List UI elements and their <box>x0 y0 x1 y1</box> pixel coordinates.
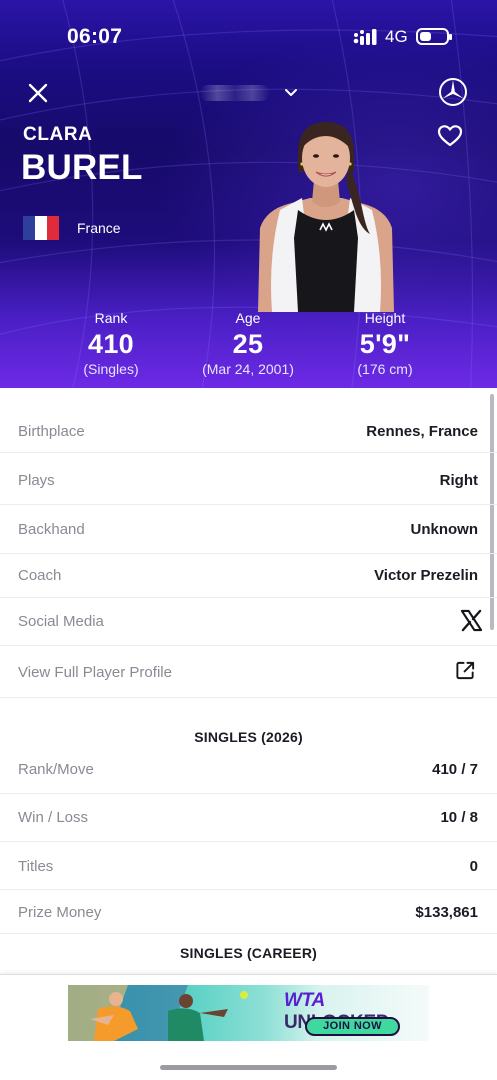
stat-rank-value: 410 <box>88 329 134 359</box>
bio-row-plays: Plays Right <box>0 453 497 505</box>
stat-height-sub: (176 cm) <box>357 361 413 377</box>
stat-value: 410 / 7 <box>432 761 478 778</box>
bio-key: Social Media <box>18 613 104 630</box>
bio-value: Rennes, France <box>366 423 478 440</box>
stat-age-sub: (Mar 24, 2001) <box>202 361 294 377</box>
singles-row-rank-move: Rank/Move 410 / 7 <box>0 746 497 794</box>
singles-row-titles: Titles 0 <box>0 842 497 890</box>
stat-height-value: 5'9" <box>359 329 411 359</box>
bio-key: Coach <box>18 567 62 584</box>
battery-icon <box>416 28 452 45</box>
stat-value: 0 <box>469 858 478 875</box>
home-indicator[interactable] <box>160 1065 337 1070</box>
ad-title-part-wta: WTA <box>284 990 325 1011</box>
stat-age-label: Age <box>235 310 261 326</box>
stat-key: Rank/Move <box>18 761 94 778</box>
section-singles-2026-title: SINGLES (2026) <box>194 729 303 745</box>
france-flag-icon <box>23 216 59 240</box>
heart-icon[interactable] <box>437 124 463 148</box>
stat-key: Win / Loss <box>18 809 89 826</box>
network-type: 4G <box>385 27 408 46</box>
bio-key: Backhand <box>18 521 85 538</box>
player-photo <box>258 122 394 312</box>
mercedes-logo <box>439 78 467 106</box>
singles-row-prize-money: Prize Money $133,861 <box>0 890 497 934</box>
stat-value: $133,861 <box>415 904 478 921</box>
singles-row-win-loss: Win / Loss 10 / 8 <box>0 794 497 842</box>
bio-value: Right <box>439 472 478 489</box>
join-now-button[interactable]: JOIN NOW <box>305 1017 400 1036</box>
bio-row-social-media: Social Media <box>0 598 497 646</box>
player-country: France <box>77 220 121 236</box>
bio-row-backhand: Backhand Unknown <box>0 505 497 554</box>
bio-row-birthplace: Birthplace Rennes, France <box>0 408 497 453</box>
stat-height-label: Height <box>364 310 406 326</box>
stat-rank: Rank 410 (Singles) <box>51 310 171 377</box>
section-singles-career-title: SINGLES (CAREER) <box>180 945 317 961</box>
wta-unlocked-ad-banner[interactable]: WTA UNLOCKED JOIN NOW <box>68 985 429 1041</box>
stat-rank-label: Rank <box>94 310 128 326</box>
player-last-name: BUREL <box>21 148 143 187</box>
stat-key: Titles <box>18 858 54 875</box>
bio-key: Birthplace <box>18 423 85 440</box>
x-logo-icon[interactable] <box>460 609 483 632</box>
bio-value: Unknown <box>410 521 479 538</box>
stat-age: Age 25 (Mar 24, 2001) <box>188 310 308 377</box>
bio-value: Victor Prezelin <box>374 567 478 584</box>
bio-key: Plays <box>18 472 55 489</box>
bio-row-coach: Coach Victor Prezelin <box>0 554 497 598</box>
signal-icon <box>353 29 377 45</box>
external-link-icon[interactable] <box>455 660 476 681</box>
player-hero: 06:07 4G CLARA BUREL France Rank 410 (Si… <box>0 0 497 388</box>
stat-value: 10 / 8 <box>440 809 478 826</box>
stat-rank-sub: (Singles) <box>83 361 139 377</box>
stat-height: Height 5'9" (176 cm) <box>325 310 445 377</box>
blurred-header-title <box>200 85 270 101</box>
bio-key: View Full Player Profile <box>18 664 172 681</box>
status-time: 06:07 <box>67 25 123 48</box>
player-first-name: CLARA <box>23 124 93 145</box>
stat-key: Prize Money <box>18 904 102 921</box>
stat-age-value: 25 <box>232 329 264 359</box>
close-icon[interactable] <box>26 81 50 105</box>
view-full-profile-link[interactable]: View Full Player Profile <box>0 646 497 698</box>
chevron-down-icon[interactable] <box>283 86 299 100</box>
